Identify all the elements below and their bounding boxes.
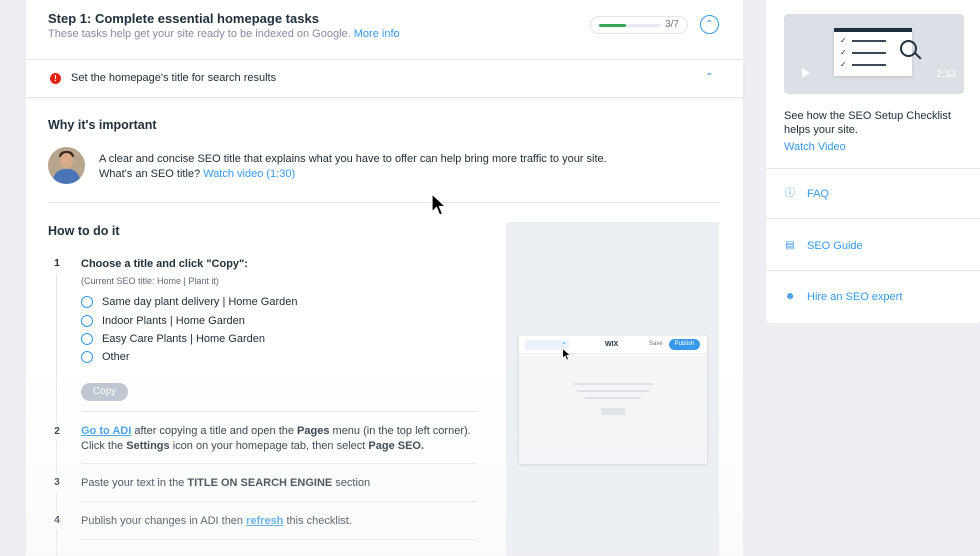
radio-button[interactable] <box>81 333 93 345</box>
person-icon: ☻ <box>784 291 796 302</box>
chevron-up-icon: ⌃ <box>705 19 714 30</box>
play-icon[interactable] <box>802 68 810 78</box>
step-divider <box>81 411 477 412</box>
progress-track <box>599 24 661 27</box>
more-info-link[interactable]: More info <box>354 28 400 40</box>
help-sidebar: ✓ ✓ ✓ 2:33 See how the SEO Setup Checkli… <box>766 0 980 323</box>
placeholder-line <box>577 390 649 392</box>
editor-canvas <box>519 355 707 464</box>
step-subtitle: These tasks help get your site ready to … <box>48 28 400 40</box>
video-duration: 2:33 <box>936 69 956 80</box>
refresh-link[interactable]: refresh <box>246 515 283 527</box>
progress-indicator: 3/7 <box>590 16 688 34</box>
mock-publish-button: Publish <box>669 339 700 350</box>
step-subtitle-text: These tasks help get your site ready to … <box>48 28 351 40</box>
guide-icon: ▤ <box>785 240 795 251</box>
task-title: Set the homepage's title for search resu… <box>71 72 277 84</box>
chevron-down-icon: ⌄ <box>561 339 567 346</box>
mouse-cursor-icon <box>431 193 447 216</box>
editor-mockup: ⌄ WIX Save Publish <box>519 336 707 464</box>
go-to-adi-link[interactable]: Go to ADI <box>81 425 131 437</box>
radio-button[interactable] <box>81 351 93 363</box>
exclamation-icon: ! <box>50 73 61 84</box>
video-description: See how the SEO Setup Checklist helps yo… <box>784 110 951 136</box>
watch-video-link[interactable]: Watch video (1:30) <box>203 168 295 180</box>
radio-button[interactable] <box>81 315 93 327</box>
mock-save-label: Save <box>649 341 663 347</box>
placeholder-line <box>573 383 653 385</box>
progress-fill <box>599 24 626 27</box>
why-text: A clear and concise SEO title that expla… <box>99 153 607 165</box>
placeholder-line <box>585 397 641 399</box>
copy-button[interactable]: Copy <box>81 383 128 401</box>
step3-text: Paste your text in the TITLE ON SEARCH E… <box>81 477 371 489</box>
placeholder-button <box>601 408 625 415</box>
step-header: Step 1: Complete essential homepage task… <box>26 0 743 60</box>
step-number-1: 1 <box>48 255 66 273</box>
divider <box>766 270 980 271</box>
avatar <box>48 147 85 184</box>
wix-logo: WIX <box>605 341 619 348</box>
watch-video-link[interactable]: Watch Video <box>784 141 846 153</box>
editor-top-bar: ⌄ WIX Save Publish <box>519 336 707 354</box>
step1-heading: Choose a title and click "Copy": <box>81 258 248 270</box>
divider <box>766 218 980 219</box>
step-divider <box>81 463 477 464</box>
why-important-heading: Why it's important <box>48 118 157 132</box>
step-number-4: 4 <box>48 512 66 530</box>
current-seo-title-note: (Current SEO title: Home | Plant it) <box>81 276 219 286</box>
collapse-step-button[interactable]: ⌃ <box>700 15 719 34</box>
question-circle-icon: ⓘ <box>785 188 795 199</box>
step4-text: Publish your changes in ADI then refresh… <box>81 515 352 527</box>
step-divider <box>81 539 477 540</box>
mouse-cursor-icon <box>562 348 571 361</box>
chevron-up-icon[interactable]: ⌃ <box>705 72 713 83</box>
radio-button[interactable] <box>81 296 93 308</box>
why-important-text: A clear and concise SEO title that expla… <box>99 152 659 182</box>
step-number-2: 2 <box>48 423 66 441</box>
checklist-main-panel: Step 1: Complete essential homepage task… <box>26 0 743 556</box>
divider <box>766 168 980 169</box>
how-to-heading: How to do it <box>48 224 120 238</box>
step-title: Step 1: Complete essential homepage task… <box>48 11 319 26</box>
step-number-3: 3 <box>48 474 66 492</box>
task-row-homepage-title[interactable]: ! Set the homepage's title for search re… <box>26 60 743 98</box>
seo-title-question: What's an SEO title? <box>99 168 201 180</box>
step2-text: Go to ADI after copying a title and open… <box>81 425 471 452</box>
progress-count: 3/7 <box>665 19 679 30</box>
divider <box>48 202 720 203</box>
step-divider <box>81 501 477 502</box>
video-thumbnail[interactable]: ✓ ✓ ✓ 2:33 <box>784 14 964 94</box>
editor-preview-panel: ⌄ WIX Save Publish <box>506 222 719 556</box>
